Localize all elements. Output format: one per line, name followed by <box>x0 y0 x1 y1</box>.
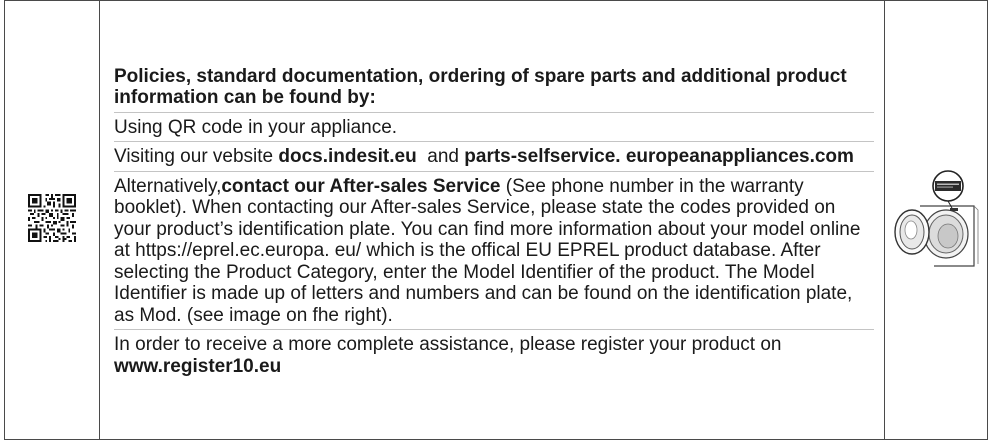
qr-paragraph: Using QR code in your appliance. <box>114 113 874 143</box>
register-paragraph: In order to receive a more complete assi… <box>114 330 874 380</box>
website-middle: and <box>416 146 465 168</box>
contact-prefix: Alternatively, <box>114 175 222 197</box>
info-table: Policies, standard documentation, orderi… <box>4 0 988 440</box>
heading-paragraph: Policies, standard documentation, orderi… <box>114 64 874 113</box>
appliance-cell <box>884 0 988 440</box>
website-paragraph: Visiting our vebsite docs.indesit.eu and… <box>114 142 874 172</box>
washing-machine-identification-plate-icon <box>894 169 979 267</box>
qr-cell <box>4 0 100 440</box>
text-cell: Policies, standard documentation, orderi… <box>99 0 885 440</box>
text-block: Policies, standard documentation, orderi… <box>100 60 884 381</box>
register-link[interactable]: www.register10.eu <box>114 356 281 377</box>
docs-link[interactable]: docs.indesit.eu <box>278 146 416 167</box>
parts-link[interactable]: parts-selfservice. europeanappliances.co… <box>464 146 854 167</box>
after-sales-link[interactable]: contact our After-sales Service <box>221 176 500 197</box>
contact-paragraph: Alternatively,contact our After-sales Se… <box>114 172 874 331</box>
qr-code-icon <box>28 193 76 242</box>
register-text: In order to receive a more complete assi… <box>114 334 782 356</box>
website-prefix: Visiting our vebsite <box>114 146 279 168</box>
info-row: Policies, standard documentation, orderi… <box>4 0 988 440</box>
contact-body: (See phone number in the warranty bookle… <box>114 175 861 326</box>
